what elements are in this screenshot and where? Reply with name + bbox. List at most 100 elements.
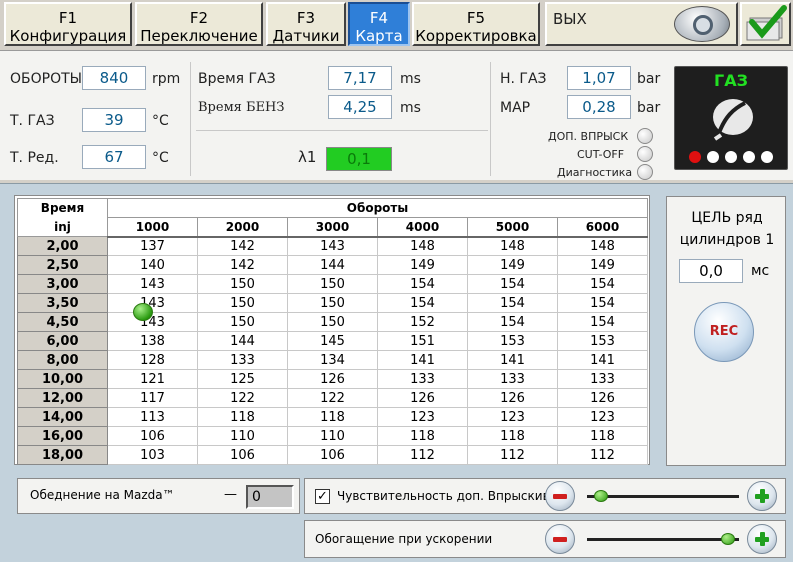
map-cell[interactable]: 154 xyxy=(557,293,648,313)
table-row: 18,00 103 106 106 112 112 112 xyxy=(17,445,648,465)
map-cell[interactable]: 126 xyxy=(377,388,468,408)
map-cell[interactable]: 117 xyxy=(107,388,198,408)
map-cell[interactable]: 134 xyxy=(287,350,378,370)
map-cell[interactable]: 145 xyxy=(287,331,378,351)
map-cell[interactable]: 141 xyxy=(467,350,558,370)
map-cell[interactable]: 112 xyxy=(557,445,648,465)
map-cell[interactable]: 123 xyxy=(557,407,648,427)
map-cell[interactable]: 154 xyxy=(467,293,558,313)
enrichment-slider-track[interactable] xyxy=(587,538,739,541)
map-cell[interactable]: 123 xyxy=(377,407,468,427)
gas-status-panel[interactable]: ГАЗ xyxy=(674,66,788,170)
map-cell[interactable]: 112 xyxy=(377,445,468,465)
map-cell[interactable]: 112 xyxy=(467,445,558,465)
enrichment-minus-button[interactable] xyxy=(545,524,575,554)
map-cell[interactable]: 148 xyxy=(377,236,468,256)
map-cell[interactable]: 106 xyxy=(107,426,198,446)
map-cell[interactable]: 118 xyxy=(197,407,288,427)
map-cell[interactable]: 143 xyxy=(107,312,198,332)
map-cell[interactable]: 148 xyxy=(467,236,558,256)
map-cell[interactable]: 152 xyxy=(377,312,468,332)
power-icon xyxy=(693,15,713,35)
map-cell[interactable]: 143 xyxy=(287,236,378,256)
map-cell[interactable]: 138 xyxy=(107,331,198,351)
map-cell[interactable]: 118 xyxy=(287,407,378,427)
pgas-label: Н. ГАЗ xyxy=(500,71,547,87)
map-cell[interactable]: 141 xyxy=(377,350,468,370)
map-cell[interactable]: 118 xyxy=(377,426,468,446)
enrichment-slider-thumb[interactable] xyxy=(720,533,735,545)
enrichment-box: Обогащение при ускорении xyxy=(304,520,786,558)
map-cell[interactable]: 143 xyxy=(107,274,198,294)
map-cell[interactable]: 126 xyxy=(467,388,558,408)
map-cell[interactable]: 133 xyxy=(467,369,558,389)
map-cell[interactable]: 154 xyxy=(557,312,648,332)
tab-switch[interactable]: F2 Переключение xyxy=(135,2,263,46)
map-cell[interactable]: 126 xyxy=(557,388,648,408)
map-cell[interactable]: 118 xyxy=(467,426,558,446)
map-cell[interactable]: 151 xyxy=(377,331,468,351)
rec-button[interactable]: REC xyxy=(694,302,754,362)
status-dot-1 xyxy=(689,151,701,163)
map-cell[interactable]: 106 xyxy=(197,445,288,465)
confirm-button[interactable] xyxy=(740,2,791,46)
exit-button[interactable] xyxy=(674,6,730,42)
map-cell[interactable]: 137 xyxy=(107,236,198,256)
map-cell[interactable]: 126 xyxy=(287,369,378,389)
map-cell[interactable]: 154 xyxy=(377,293,468,313)
map-cell[interactable]: 121 xyxy=(107,369,198,389)
map-cell[interactable]: 154 xyxy=(377,274,468,294)
map-cell[interactable]: 110 xyxy=(287,426,378,446)
tab-label: Датчики xyxy=(272,27,340,45)
map-cell[interactable]: 153 xyxy=(557,331,648,351)
gas-injector-icon xyxy=(713,99,753,141)
map-cell[interactable]: 144 xyxy=(287,255,378,275)
map-cell[interactable]: 118 xyxy=(557,426,648,446)
sensitivity-plus-button[interactable] xyxy=(747,481,777,511)
map-cell[interactable]: 149 xyxy=(557,255,648,275)
map-cell[interactable]: 122 xyxy=(197,388,288,408)
tab-config[interactable]: F1 Конфигурация xyxy=(4,2,132,46)
sensitivity-slider-thumb[interactable] xyxy=(593,490,608,502)
map-cell[interactable]: 150 xyxy=(287,312,378,332)
map-cell[interactable]: 150 xyxy=(197,312,288,332)
map-cell[interactable]: 128 xyxy=(107,350,198,370)
map-cell[interactable]: 154 xyxy=(467,312,558,332)
map-cell[interactable]: 103 xyxy=(107,445,198,465)
map-cell[interactable]: 141 xyxy=(557,350,648,370)
sensitivity-minus-button[interactable] xyxy=(545,481,575,511)
map-cell[interactable]: 133 xyxy=(557,369,648,389)
map-cell[interactable]: 150 xyxy=(287,274,378,294)
map-cell[interactable]: 142 xyxy=(197,236,288,256)
map-cell[interactable]: 150 xyxy=(197,274,288,294)
map-cell[interactable]: 150 xyxy=(287,293,378,313)
map-cell[interactable]: 149 xyxy=(467,255,558,275)
enrichment-plus-button[interactable] xyxy=(747,524,777,554)
map-cell[interactable]: 133 xyxy=(377,369,468,389)
map-cell[interactable]: 142 xyxy=(197,255,288,275)
sensitivity-checkbox[interactable]: ✓ xyxy=(315,489,330,504)
map-cell[interactable]: 153 xyxy=(467,331,558,351)
time-benz-unit: ms xyxy=(400,100,421,116)
sensitivity-slider-track[interactable] xyxy=(587,495,739,498)
map-cursor xyxy=(133,303,153,321)
tab-map[interactable]: F4 Карта xyxy=(348,2,410,46)
tab-correction[interactable]: F5 Корректировка xyxy=(412,2,540,46)
map-cell[interactable]: 113 xyxy=(107,407,198,427)
map-cell[interactable]: 122 xyxy=(287,388,378,408)
map-cell[interactable]: 154 xyxy=(557,274,648,294)
map-cell[interactable]: 106 xyxy=(287,445,378,465)
map-cell[interactable]: 110 xyxy=(197,426,288,446)
map-cell[interactable]: 148 xyxy=(557,236,648,256)
map-cell[interactable]: 154 xyxy=(467,274,558,294)
map-cell[interactable]: 144 xyxy=(197,331,288,351)
map-cell[interactable]: 125 xyxy=(197,369,288,389)
map-cell[interactable]: 123 xyxy=(467,407,558,427)
map-cell[interactable]: 140 xyxy=(107,255,198,275)
map-cell[interactable]: 150 xyxy=(197,293,288,313)
map-cell[interactable]: 133 xyxy=(197,350,288,370)
map-cell[interactable]: 149 xyxy=(377,255,468,275)
tab-sensors[interactable]: F3 Датчики xyxy=(266,2,346,46)
mazda-value-input[interactable]: 0 xyxy=(246,485,294,509)
rpm-column-header: 4000 xyxy=(377,217,468,238)
